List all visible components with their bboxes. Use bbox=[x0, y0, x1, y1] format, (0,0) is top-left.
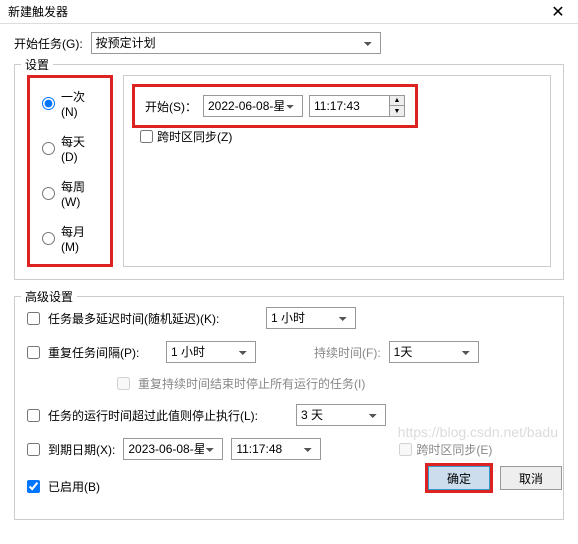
start-label: 开始(S)： bbox=[145, 98, 197, 115]
tz-sync-checkbox[interactable] bbox=[140, 130, 153, 143]
expire-date-select[interactable]: 2023-06-08-星期 bbox=[123, 438, 223, 460]
expire-label: 到期日期(X): bbox=[48, 441, 115, 458]
max-delay-checkbox[interactable] bbox=[27, 312, 40, 325]
expire-checkbox[interactable] bbox=[27, 443, 40, 456]
stop-after-select[interactable]: 3 天 bbox=[296, 404, 386, 426]
start-task-label: 开始任务(G): bbox=[14, 35, 83, 52]
settings-legend: 设置 bbox=[21, 56, 53, 73]
radio-weekly[interactable]: 每周(W) bbox=[42, 178, 98, 209]
expire-tz-label: 跨时区同步(E) bbox=[416, 441, 492, 458]
duration-select[interactable]: 1天 bbox=[389, 341, 479, 363]
cancel-button[interactable]: 取消 bbox=[500, 466, 562, 490]
start-time-input[interactable] bbox=[309, 95, 389, 117]
stop-all-label: 重复持续时间结束时停止所有运行的任务(I) bbox=[138, 375, 365, 392]
watermark: https://blog.csdn.net/badu bbox=[398, 424, 558, 440]
ok-button[interactable]: 确定 bbox=[428, 466, 490, 490]
time-spinner[interactable]: ▲▼ bbox=[389, 95, 405, 117]
stop-all-checkbox bbox=[117, 377, 130, 390]
start-date-select[interactable]: 2022-06-08-星期 bbox=[203, 95, 303, 117]
expire-tz-checkbox bbox=[399, 443, 412, 456]
repeat-checkbox[interactable] bbox=[27, 346, 40, 359]
tz-sync-label: 跨时区同步(Z) bbox=[157, 128, 232, 145]
radio-once[interactable]: 一次(N) bbox=[42, 88, 98, 119]
repeat-label: 重复任务间隔(P): bbox=[48, 344, 158, 361]
advanced-legend: 高级设置 bbox=[21, 288, 77, 305]
radio-daily[interactable]: 每天(D) bbox=[42, 133, 98, 164]
schedule-radio-group: 一次(N) 每天(D) 每周(W) 每月(M) bbox=[27, 75, 113, 267]
start-task-select[interactable]: 按预定计划 bbox=[91, 32, 381, 54]
max-delay-label: 任务最多延迟时间(随机延迟)(K): bbox=[48, 310, 258, 327]
close-icon[interactable]: ✕ bbox=[538, 0, 578, 24]
window-title: 新建触发器 bbox=[8, 3, 68, 20]
duration-label: 持续时间(F): bbox=[314, 344, 381, 361]
max-delay-select[interactable]: 1 小时 bbox=[266, 307, 356, 329]
enabled-label: 已启用(B) bbox=[48, 478, 100, 495]
enabled-checkbox[interactable] bbox=[27, 480, 40, 493]
stop-after-checkbox[interactable] bbox=[27, 409, 40, 422]
expire-time-select[interactable]: 11:17:48 bbox=[231, 438, 321, 460]
stop-after-label: 任务的运行时间超过此值则停止执行(L): bbox=[48, 407, 288, 424]
repeat-interval-select[interactable]: 1 小时 bbox=[166, 341, 256, 363]
radio-monthly[interactable]: 每月(M) bbox=[42, 223, 98, 254]
